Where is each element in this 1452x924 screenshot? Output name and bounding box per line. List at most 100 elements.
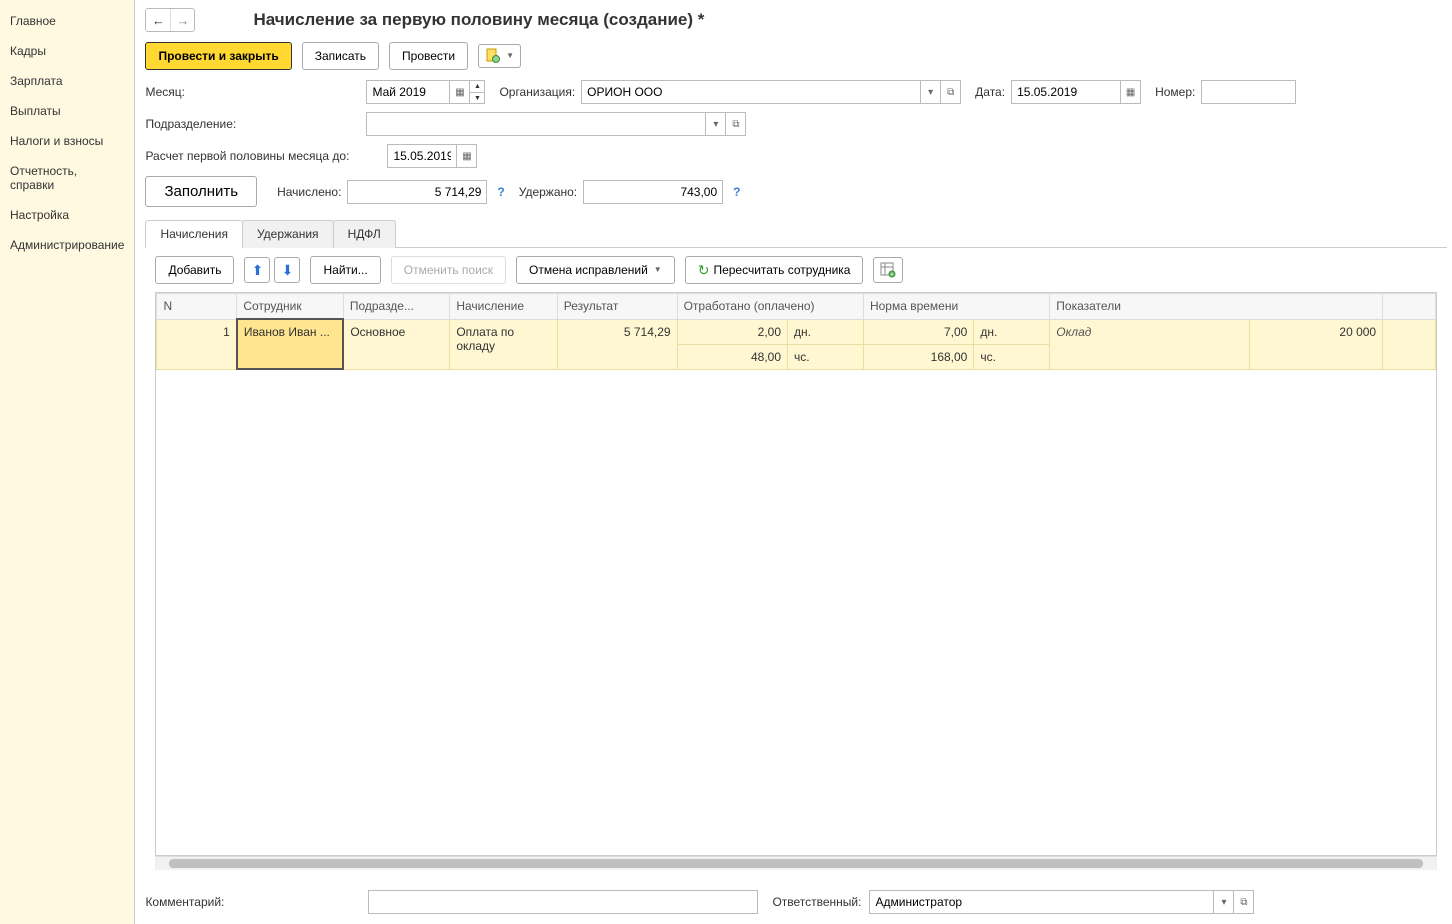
chevron-down-icon: ▼ [506, 48, 514, 64]
nav-back-button[interactable]: ← [146, 9, 170, 31]
accrued-help-icon[interactable]: ? [493, 185, 508, 199]
col-indicators[interactable]: Показатели [1050, 294, 1383, 320]
date-calendar-button[interactable]: ▦ [1121, 80, 1141, 104]
refresh-icon: ↻ [698, 262, 710, 278]
chevron-down-icon: ▼ [654, 262, 662, 278]
col-n[interactable]: N [157, 294, 237, 320]
sidebar-item-salary[interactable]: Зарплата [0, 66, 134, 96]
move-down-button[interactable]: ⬇ [274, 257, 300, 283]
main-area: ← → Начисление за первую половину месяца… [135, 0, 1452, 924]
find-button[interactable]: Найти... [310, 256, 380, 284]
cell-norm-days[interactable]: 7,00 [863, 319, 973, 344]
cell-employee[interactable]: Иванов Иван ... [237, 319, 344, 369]
calendar-icon: ▦ [455, 87, 464, 98]
cell-result[interactable]: 5 714,29 [557, 319, 677, 369]
subdivision-input[interactable] [366, 112, 706, 136]
svg-text:+: + [891, 272, 894, 278]
payslip-button[interactable]: ▼ [478, 44, 521, 68]
col-norm[interactable]: Норма времени [863, 294, 1049, 320]
date-input[interactable] [1011, 80, 1121, 104]
month-spinner-up[interactable]: ▲ [470, 81, 484, 92]
sidebar-item-taxes[interactable]: Налоги и взносы [0, 126, 134, 156]
withheld-input[interactable] [583, 180, 723, 204]
titlebar: ← → Начисление за первую половину месяца… [145, 8, 1447, 32]
cell-worked-days-unit: дн. [788, 319, 864, 344]
responsible-open-button[interactable]: ⧉ [1234, 890, 1254, 914]
arrow-right-icon: → [176, 13, 189, 28]
chevron-down-icon: ▾ [713, 119, 718, 130]
cell-indicator-value[interactable]: 20 000 [1249, 319, 1382, 369]
org-input[interactable] [581, 80, 921, 104]
subdivision-dropdown-button[interactable]: ▾ [706, 112, 726, 136]
sidebar-item-main[interactable]: Главное [0, 6, 134, 36]
sidebar-item-settings[interactable]: Настройка [0, 200, 134, 230]
grid-settings-button[interactable]: + [873, 257, 903, 283]
cell-worked-hours[interactable]: 48,00 [677, 344, 787, 369]
grid-row[interactable]: 1 Иванов Иван ... Основное Оплата по окл… [157, 319, 1436, 344]
sidebar-item-reports[interactable]: Отчетность, справки [0, 156, 134, 200]
accruals-grid: N Сотрудник Подразде... Начисление Резул… [156, 293, 1436, 370]
org-input-group: ▾ ⧉ [581, 80, 961, 104]
responsible-dropdown-button[interactable]: ▾ [1214, 890, 1234, 914]
grid-hscrollbar[interactable] [155, 856, 1437, 870]
open-icon: ⧉ [732, 119, 739, 130]
cancel-corrections-button[interactable]: Отмена исправлений ▼ [516, 256, 675, 284]
tab-deductions[interactable]: Удержания [242, 220, 334, 248]
cell-accrual[interactable]: Оплата по окладу [450, 319, 557, 369]
month-label: Месяц: [145, 85, 360, 99]
nav-forward-button[interactable]: → [170, 9, 194, 31]
col-extra[interactable] [1383, 294, 1436, 320]
col-accrual[interactable]: Начисление [450, 294, 557, 320]
date-label: Дата: [975, 85, 1005, 99]
cell-worked-days[interactable]: 2,00 [677, 319, 787, 344]
recalculate-employee-button[interactable]: ↻ Пересчитать сотрудника [685, 256, 864, 284]
col-result[interactable]: Результат [557, 294, 677, 320]
tab-ndfl[interactable]: НДФЛ [333, 220, 396, 248]
org-dropdown-button[interactable]: ▾ [921, 80, 941, 104]
sidebar-item-payments[interactable]: Выплаты [0, 96, 134, 126]
accrued-input[interactable] [347, 180, 487, 204]
grid-container[interactable]: N Сотрудник Подразде... Начисление Резул… [155, 292, 1437, 856]
cancel-search-button: Отменить поиск [391, 256, 506, 284]
responsible-input-group: ▾ ⧉ [869, 890, 1254, 914]
sidebar-item-personnel[interactable]: Кадры [0, 36, 134, 66]
tab-accruals[interactable]: Начисления [145, 220, 243, 248]
scrollbar-thumb[interactable] [169, 859, 1423, 868]
tabstrip: Начисления Удержания НДФЛ [145, 219, 1447, 248]
withheld-help-icon[interactable]: ? [729, 185, 744, 199]
cell-n[interactable]: 1 [157, 319, 237, 369]
cancel-corrections-label: Отмена исправлений [529, 262, 648, 278]
calc-to-input[interactable] [387, 144, 457, 168]
org-open-button[interactable]: ⧉ [941, 80, 961, 104]
post-and-close-button[interactable]: Провести и закрыть [145, 42, 291, 70]
col-employee[interactable]: Сотрудник [237, 294, 344, 320]
cell-subdivision[interactable]: Основное [343, 319, 450, 369]
comment-label: Комментарий: [145, 895, 360, 909]
cell-extra[interactable] [1383, 319, 1436, 369]
calc-to-label: Расчет первой половины месяца до: [145, 149, 381, 163]
add-row-button[interactable]: Добавить [155, 256, 234, 284]
post-button[interactable]: Провести [389, 42, 468, 70]
fill-button[interactable]: Заполнить [145, 176, 257, 207]
cell-norm-days-unit: дн. [974, 319, 1050, 344]
grid-header-row: N Сотрудник Подразде... Начисление Резул… [157, 294, 1436, 320]
cell-norm-hours[interactable]: 168,00 [863, 344, 973, 369]
month-calendar-button[interactable]: ▦ [450, 80, 470, 104]
subdivision-open-button[interactable]: ⧉ [726, 112, 746, 136]
month-input[interactable] [366, 80, 450, 104]
col-worked[interactable]: Отработано (оплачено) [677, 294, 863, 320]
save-button[interactable]: Записать [302, 42, 379, 70]
calc-to-calendar-button[interactable]: ▦ [457, 144, 477, 168]
move-up-button[interactable]: ⬆ [244, 257, 270, 283]
open-icon: ⧉ [947, 87, 954, 98]
sidebar-item-admin[interactable]: Администрирование [0, 230, 134, 260]
col-subdivision[interactable]: Подразде... [343, 294, 450, 320]
table-settings-icon: + [880, 262, 896, 278]
month-spinner-down[interactable]: ▼ [470, 92, 484, 103]
number-input[interactable] [1201, 80, 1296, 104]
document-icon [485, 48, 501, 64]
document-toolbar: Провести и закрыть Записать Провести ▼ [145, 42, 1447, 70]
responsible-input[interactable] [869, 890, 1214, 914]
cell-indicator-name[interactable]: Оклад [1050, 319, 1250, 369]
comment-input[interactable] [368, 890, 758, 914]
